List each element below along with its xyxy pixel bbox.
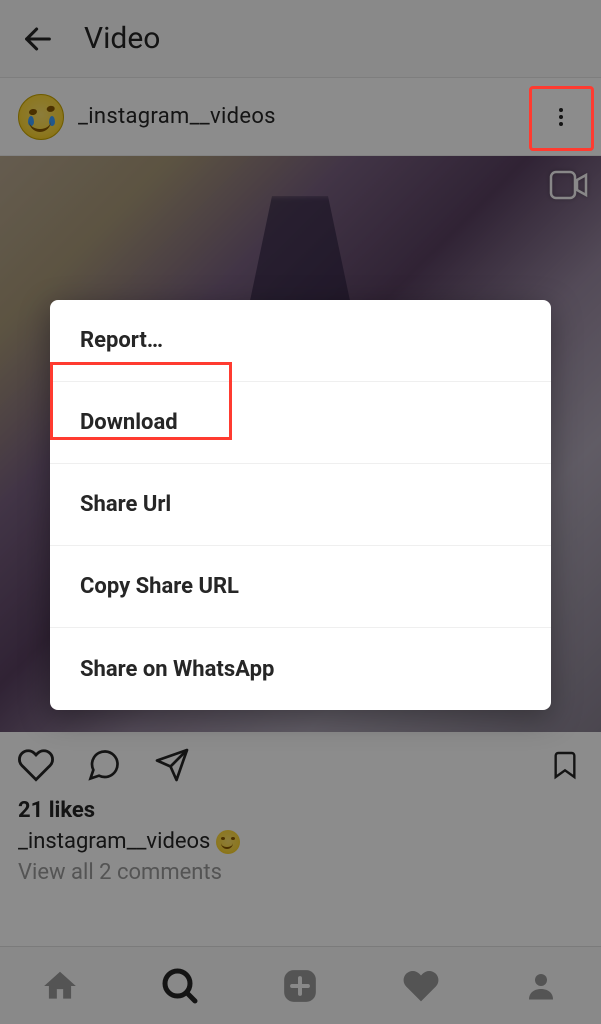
options-modal: Report… Download Share Url Copy Share UR… [50, 300, 551, 710]
like-button[interactable] [14, 743, 58, 787]
comment-icon [86, 747, 122, 783]
page-title: Video [84, 21, 160, 56]
home-icon [41, 967, 79, 1005]
menu-share-url[interactable]: Share Url [50, 464, 551, 546]
bottom-nav [0, 946, 601, 1024]
search-icon [160, 966, 200, 1006]
arrow-left-icon [21, 22, 55, 56]
send-icon [154, 747, 190, 783]
video-badge [547, 166, 591, 204]
menu-copy-share-url[interactable]: Copy Share URL [50, 546, 551, 628]
tab-create[interactable] [273, 959, 327, 1013]
caption-username[interactable]: _instagram__videos [18, 829, 210, 854]
save-button[interactable] [543, 743, 587, 787]
menu-report[interactable]: Report… [50, 300, 551, 382]
laughing-emoji-icon [216, 830, 240, 854]
post-header: _instagram__videos [0, 78, 601, 156]
likes-count[interactable]: 21 likes [18, 798, 583, 823]
heart-icon [17, 746, 55, 784]
post-meta: 21 likes _instagram__videos View all 2 c… [0, 798, 601, 885]
app-header: Video [0, 0, 601, 78]
tab-search[interactable] [153, 959, 207, 1013]
view-all-comments[interactable]: View all 2 comments [18, 860, 583, 885]
share-button[interactable] [150, 743, 194, 787]
heart-fill-icon [401, 966, 441, 1006]
bookmark-icon [549, 746, 581, 784]
tab-profile[interactable] [514, 959, 568, 1013]
more-options-button[interactable] [531, 87, 591, 147]
plus-square-icon [281, 967, 319, 1005]
person-icon [523, 968, 559, 1004]
comment-button[interactable] [82, 743, 126, 787]
menu-share-whatsapp[interactable]: Share on WhatsApp [50, 628, 551, 710]
menu-download[interactable]: Download [50, 382, 551, 464]
post-actions [0, 732, 601, 798]
video-camera-icon [549, 168, 589, 202]
back-button[interactable] [18, 19, 58, 59]
post-username[interactable]: _instagram__videos [78, 104, 276, 129]
tab-activity[interactable] [394, 959, 448, 1013]
avatar[interactable] [18, 94, 64, 140]
caption: _instagram__videos [18, 829, 583, 854]
tab-home[interactable] [33, 959, 87, 1013]
dots-vertical-icon [549, 102, 573, 132]
